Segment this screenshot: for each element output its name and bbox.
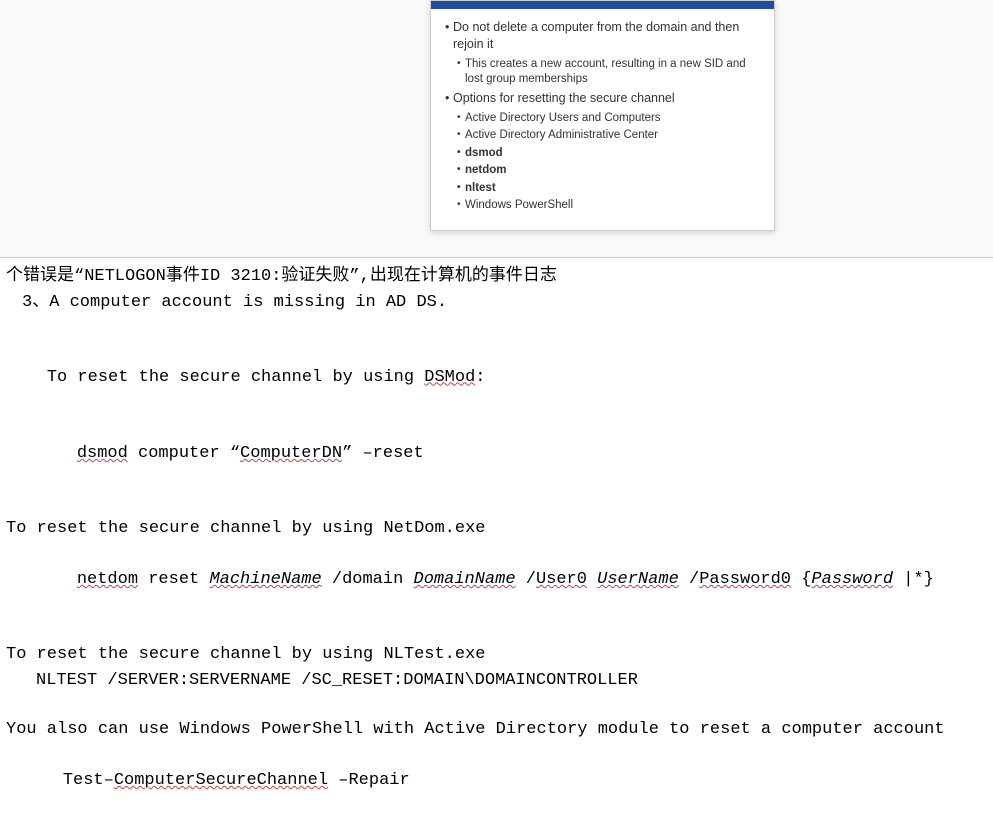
text: –Repair: [328, 771, 410, 790]
text: {: [791, 570, 811, 589]
spellcheck-word: ComputerSecureChannel: [114, 771, 328, 790]
slide-bullet: dsmod: [445, 146, 760, 162]
slide-title-bar: [431, 1, 774, 9]
spellcheck-word: MachineName: [209, 570, 321, 589]
slide-bullet: Do not delete a computer from the domain…: [445, 19, 760, 53]
text: |*}: [893, 570, 934, 589]
spellcheck-word: UserName: [597, 570, 679, 589]
section-heading: To reset the secure channel by using NLT…: [6, 642, 987, 668]
command-line: netdom reset MachineName /domain DomainN…: [6, 542, 987, 619]
section-heading: To reset the secure channel by using DSM…: [6, 339, 987, 416]
text: Test–: [63, 771, 114, 790]
spellcheck-word: ComputerDN: [240, 444, 342, 463]
document-body[interactable]: 个错误是“NETLOGON事件ID 3210:验证失败”,出现在计算机的事件日志…: [0, 258, 993, 819]
text-line: 3、A computer account is missing in AD DS…: [6, 290, 987, 316]
text: reset: [138, 570, 209, 589]
spellcheck-word: dsmod: [77, 444, 128, 463]
spellcheck-word: Password: [811, 570, 893, 589]
slide-bullet: Options for resetting the secure channel: [445, 90, 760, 107]
text: :: [475, 368, 485, 387]
slide-body: Do not delete a computer from the domain…: [431, 9, 774, 230]
text: /: [679, 570, 699, 589]
slide-bullet: This creates a new account, resulting in…: [445, 57, 760, 88]
section-heading: To reset the secure channel by using Net…: [6, 516, 987, 542]
command-line: NLTEST /SERVER:SERVERNAME /SC_RESET:DOMA…: [6, 668, 987, 694]
text-line: 个错误是“NETLOGON事件ID 3210:验证失败”,出现在计算机的事件日志: [6, 264, 987, 290]
spellcheck-word: DSMod: [424, 368, 475, 387]
text: ” –reset: [342, 444, 424, 463]
spellcheck-word: netdom: [77, 570, 138, 589]
slide-preview-area: Do not delete a computer from the domain…: [0, 0, 993, 258]
command-line: Test–ComputerSecureChannel –Repair: [6, 743, 987, 819]
slide-bullet: netdom: [445, 163, 760, 179]
text: computer “: [128, 444, 240, 463]
text: /: [516, 570, 536, 589]
text: [587, 570, 597, 589]
spellcheck-word: User0: [536, 570, 587, 589]
command-line: dsmod computer “ComputerDN” –reset: [6, 416, 987, 493]
slide-bullet: Windows PowerShell: [445, 198, 760, 214]
slide-bullet: Active Directory Administrative Center: [445, 128, 760, 144]
spellcheck-word: DomainName: [414, 570, 516, 589]
slide-bullet: nltest: [445, 181, 760, 197]
text: To reset the secure channel by using: [47, 368, 424, 387]
text: /domain: [322, 570, 414, 589]
spellcheck-word: Password0: [699, 570, 791, 589]
section-heading: You also can use Windows PowerShell with…: [6, 717, 987, 743]
slide-thumbnail: Do not delete a computer from the domain…: [430, 0, 775, 231]
slide-bullet: Active Directory Users and Computers: [445, 111, 760, 127]
